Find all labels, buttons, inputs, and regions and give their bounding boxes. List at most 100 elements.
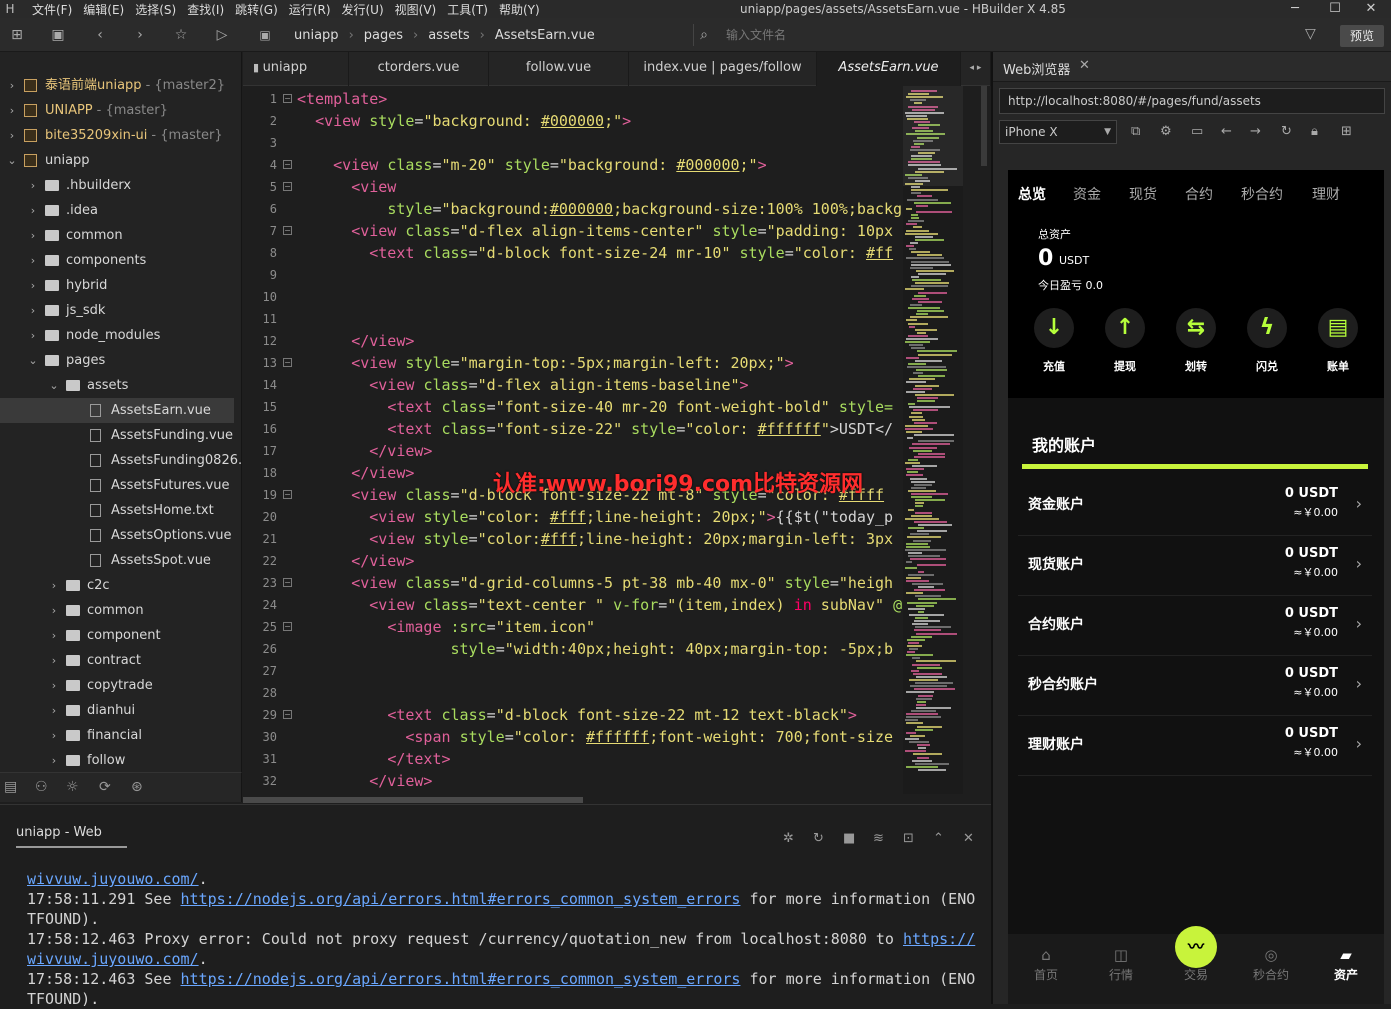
chevron-right-icon[interactable]: › bbox=[48, 573, 60, 598]
tree-item[interactable]: › bite35209xin-ui - {master} bbox=[0, 123, 234, 148]
menu-item[interactable]: 编辑(E) bbox=[83, 1, 124, 18]
menu-item[interactable]: 选择(S) bbox=[135, 1, 176, 18]
tree-item[interactable]: ⌄ assets bbox=[0, 373, 234, 398]
collapse-up-icon[interactable]: ⌃ bbox=[933, 831, 944, 846]
console-link[interactable]: https://nodejs.org/api/errors.html#error… bbox=[181, 890, 741, 908]
tree-item[interactable]: › UNIAPP - {master} bbox=[0, 98, 234, 123]
chevron-right-icon[interactable]: › bbox=[48, 598, 60, 623]
debug-icon[interactable]: ☼ bbox=[66, 779, 79, 795]
fold-toggle-icon[interactable]: − bbox=[283, 182, 292, 191]
account-row[interactable]: 合约账户 0 USDT ≈￥0.00 › bbox=[1018, 596, 1372, 656]
action-bill[interactable]: ▤ 账单 bbox=[1308, 308, 1368, 374]
action-arrow-down[interactable]: ↓ 充值 bbox=[1024, 308, 1084, 374]
reload-icon[interactable]: ↻ bbox=[1281, 124, 1292, 139]
tab-scroll-icon[interactable]: ◂ ▸ bbox=[961, 52, 991, 86]
action-flash[interactable]: ϟ 闪兑 bbox=[1237, 308, 1297, 374]
tree-item[interactable]: › c2c bbox=[0, 573, 234, 598]
chevron-right-icon[interactable]: › bbox=[27, 298, 39, 323]
tree-item[interactable]: › 泰语前端uniapp - {master2} bbox=[0, 73, 234, 98]
tree-item[interactable]: AssetsSpot.vue bbox=[0, 548, 234, 573]
chevron-right-icon[interactable]: › bbox=[27, 198, 39, 223]
tree-item[interactable]: AssetsHome.txt bbox=[0, 498, 234, 523]
fold-toggle-icon[interactable]: − bbox=[283, 710, 292, 719]
tree-item[interactable]: AssetsEarn.vue bbox=[0, 398, 234, 423]
tree-item[interactable]: AssetsOptions.vue bbox=[0, 523, 234, 548]
fold-toggle-icon[interactable]: − bbox=[283, 94, 292, 103]
menu-item[interactable]: 查找(I) bbox=[187, 1, 224, 18]
chevron-down-icon[interactable]: ⌄ bbox=[27, 348, 39, 373]
menu-item[interactable]: 发行(U) bbox=[342, 1, 384, 18]
export-icon[interactable]: ⊡ bbox=[903, 831, 914, 846]
fold-toggle-icon[interactable]: − bbox=[283, 490, 292, 499]
fold-toggle-icon[interactable]: − bbox=[283, 358, 292, 367]
tree-item[interactable]: › hybrid bbox=[0, 273, 234, 298]
chevron-right-icon[interactable]: › bbox=[27, 273, 39, 298]
tree-item[interactable]: AssetsFunding0826... bbox=[0, 448, 241, 473]
tree-item[interactable]: › common bbox=[0, 598, 234, 623]
tree-item[interactable]: › component bbox=[0, 623, 234, 648]
new-file-icon[interactable]: ⊞ bbox=[8, 26, 26, 44]
console-link[interactable]: https://nodejs.org/api/errors.html#error… bbox=[181, 970, 741, 988]
console-link[interactable]: https:// bbox=[903, 930, 975, 948]
tree-item[interactable]: › dianhui bbox=[0, 698, 234, 723]
close-panel-icon[interactable]: ✕ bbox=[963, 831, 974, 846]
breadcrumb-item[interactable]: assets bbox=[428, 28, 469, 43]
preview-button[interactable]: 预览 bbox=[1340, 25, 1384, 47]
tree-item[interactable]: AssetsFunding.vue bbox=[0, 423, 234, 448]
chevron-right-icon[interactable]: › bbox=[48, 748, 60, 772]
menu-item[interactable]: 跳转(G) bbox=[235, 1, 278, 18]
account-row[interactable]: 资金账户 0 USDT ≈￥0.00 › bbox=[1018, 476, 1372, 536]
code-editor[interactable]: 1−2 3 4−5−6 7−8 9 10 11 12 13−14 15 16 17 18 19−20 21 2… bbox=[243, 86, 991, 794]
star-icon[interactable]: ☆ bbox=[172, 26, 190, 44]
chevron-down-icon[interactable]: ⌄ bbox=[48, 373, 60, 398]
console-link[interactable]: wivvuw.juyouwo.com/ bbox=[27, 950, 199, 968]
tree-item[interactable]: › follow bbox=[0, 748, 234, 772]
explorer-icon[interactable]: ▤ bbox=[4, 779, 17, 795]
chevron-right-icon[interactable]: › bbox=[48, 723, 60, 748]
asset-tab[interactable]: 资金 bbox=[1073, 184, 1101, 204]
action-transfer[interactable]: ⇆ 划转 bbox=[1166, 308, 1226, 374]
nav-item[interactable]: 交易 bbox=[1166, 944, 1226, 983]
bug-icon[interactable]: ✲ bbox=[783, 831, 794, 846]
account-row[interactable]: 理财账户 0 USDT ≈￥0.00 › bbox=[1018, 716, 1372, 776]
fold-toggle-icon[interactable]: − bbox=[283, 160, 292, 169]
menu-item[interactable]: 文件(F) bbox=[32, 1, 72, 18]
menu-item[interactable]: 帮助(Y) bbox=[499, 1, 540, 18]
chevron-right-icon[interactable]: › bbox=[48, 698, 60, 723]
account-row[interactable]: 秒合约账户 0 USDT ≈￥0.00 › bbox=[1018, 656, 1372, 716]
chevron-right-icon[interactable]: › bbox=[27, 323, 39, 348]
console-tab[interactable]: uniapp - Web bbox=[16, 825, 127, 848]
tree-item[interactable]: › components bbox=[0, 248, 234, 273]
fold-toggle-icon[interactable]: − bbox=[283, 578, 292, 587]
file-name-input[interactable]: 输入文件名 bbox=[693, 24, 993, 46]
lock-icon[interactable]: 🔒︎ bbox=[1311, 124, 1318, 139]
asset-tab[interactable]: 现货 bbox=[1129, 184, 1157, 204]
asset-tab[interactable]: 秒合约 bbox=[1241, 184, 1283, 204]
nav-back-icon[interactable]: ← bbox=[1221, 124, 1232, 139]
menu-item[interactable]: 视图(V) bbox=[395, 1, 437, 18]
nav-item[interactable]: ⌂ 首页 bbox=[1016, 944, 1076, 983]
close-icon[interactable]: ✕ bbox=[1351, 0, 1391, 18]
tree-item[interactable]: › contract bbox=[0, 648, 234, 673]
breadcrumb-item[interactable]: AssetsEarn.vue bbox=[495, 28, 595, 43]
restart-icon[interactable]: ↻ bbox=[813, 831, 824, 846]
chevron-right-icon[interactable]: › bbox=[27, 223, 39, 248]
minimize-icon[interactable]: ─ bbox=[1275, 0, 1315, 18]
breadcrumb-item[interactable]: uniapp bbox=[294, 28, 339, 43]
nav-item[interactable]: ◫ 行情 bbox=[1091, 944, 1151, 983]
screenshot-icon[interactable]: ⧉ bbox=[1131, 124, 1140, 139]
minimap[interactable] bbox=[903, 86, 963, 794]
breadcrumb-item[interactable]: pages bbox=[364, 28, 403, 43]
nav-forward-icon[interactable]: → bbox=[1250, 124, 1261, 139]
stop-icon[interactable]: ■ bbox=[843, 831, 855, 846]
editor-tab[interactable]: index.vue | pages/follow bbox=[629, 52, 817, 86]
nav-item[interactable]: ▰ 资产 bbox=[1316, 944, 1376, 983]
fold-toggle-icon[interactable]: − bbox=[283, 226, 292, 235]
tree-item[interactable]: › node_modules bbox=[0, 323, 234, 348]
save-icon[interactable]: ▣ bbox=[49, 26, 67, 44]
fold-toggle-icon[interactable]: − bbox=[283, 622, 292, 631]
tree-item[interactable]: ⌄ pages bbox=[0, 348, 234, 373]
url-input[interactable]: http://localhost:8080/#/pages/fund/asset… bbox=[999, 88, 1385, 114]
tree-item[interactable]: › .idea bbox=[0, 198, 234, 223]
tree-item[interactable]: › copytrade bbox=[0, 673, 234, 698]
